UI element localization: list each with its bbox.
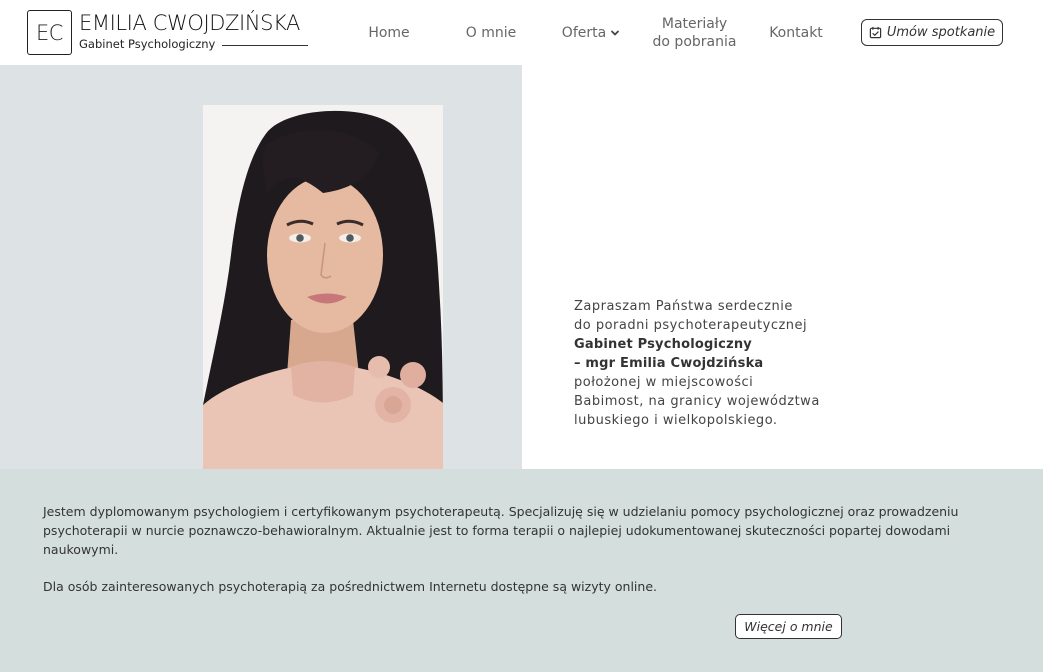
portrait-photo — [203, 105, 443, 469]
online-visits-paragraph: Dla osób zainteresowanych psychoterapią … — [43, 579, 657, 594]
logo-subtitle-row: Gabinet Psychologiczny — [79, 37, 309, 51]
nav-about[interactable]: O mnie — [452, 24, 530, 42]
chevron-down-icon — [611, 30, 620, 36]
about-paragraph: Jestem dyplomowanym psychologiem i certy… — [43, 504, 959, 557]
logo-name: EMILIA CWOJDZIŃSKA — [79, 11, 301, 35]
book-appointment-label: Umów spotkanie — [886, 25, 996, 40]
intro-line: Babimost, na granicy województwa — [574, 394, 820, 409]
more-about-me-button[interactable]: Więcej o mnie — [735, 614, 842, 639]
nav-offer[interactable]: Oferta — [556, 24, 626, 42]
calendar-check-icon — [869, 26, 882, 39]
logo-initials: EC — [27, 10, 72, 55]
intro-line: położonej w miejscowości — [574, 375, 754, 390]
about-section: Jestem dyplomowanym psychologiem i certy… — [0, 469, 1043, 672]
intro-line-bold: Gabinet Psychologiczny — [574, 337, 752, 352]
logo[interactable]: EC EMILIA CWOJDZIŃSKA Gabinet Psychologi… — [27, 10, 309, 55]
intro-line-bold: – mgr Emilia Cwojdzińska — [574, 356, 764, 371]
intro-line: lubuskiego i wielkopolskiego. — [574, 413, 778, 428]
nav-materials-line1: Materiały — [661, 16, 728, 32]
logo-text: EMILIA CWOJDZIŃSKA Gabinet Psychologiczn… — [79, 11, 309, 51]
nav-materials[interactable]: Materiały do pobrania — [647, 15, 742, 51]
logo-divider — [222, 44, 309, 46]
nav-offer-label: Oferta — [561, 25, 607, 41]
nav-materials-line2: do pobrania — [652, 34, 737, 50]
nav-contact[interactable]: Kontakt — [760, 24, 832, 42]
logo-subtitle: Gabinet Psychologiczny — [79, 37, 216, 51]
book-appointment-button[interactable]: Umów spotkanie — [861, 19, 1003, 46]
intro-line: Zapraszam Państwa serdecznie — [574, 299, 793, 314]
nav-home[interactable]: Home — [355, 24, 423, 42]
site-header: EC EMILIA CWOJDZIŃSKA Gabinet Psychologi… — [0, 0, 1043, 65]
intro-text: Zapraszam Państwa serdecznie do poradni … — [574, 297, 854, 430]
portrait-panel — [0, 65, 522, 469]
intro-line: do poradni psychoterapeutycznej — [574, 318, 808, 333]
